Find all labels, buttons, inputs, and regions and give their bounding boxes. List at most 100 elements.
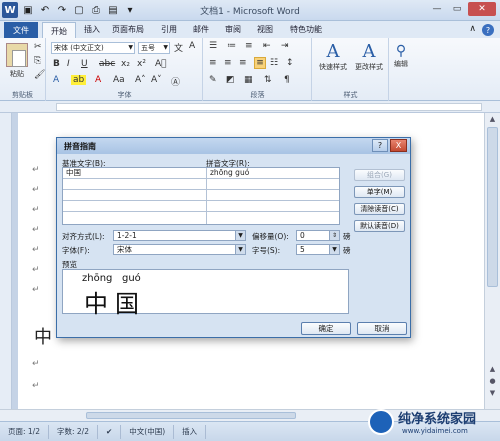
status-mode[interactable]: 插入 <box>174 424 207 439</box>
tab-insert[interactable]: 插入 <box>84 24 100 35</box>
pinyin-guide-icon[interactable]: 文 <box>174 41 183 54</box>
offset-label: 偏移量(O): <box>252 232 289 241</box>
alignment-select[interactable]: 1-2-1 ▼ <box>113 230 246 241</box>
tab-file[interactable]: 文件 <box>4 22 38 38</box>
multilevel-list-icon[interactable]: ≡ <box>245 41 253 51</box>
show-marks-icon[interactable]: ¶ <box>284 75 290 85</box>
align-left-icon[interactable]: ≡ <box>209 58 217 68</box>
change-styles-button[interactable]: A 更改样式 <box>355 41 383 72</box>
tab-special-features[interactable]: 特色功能 <box>290 24 322 35</box>
shading-icon[interactable]: ◩ <box>226 75 235 85</box>
increase-indent-icon[interactable]: ⇥ <box>281 41 289 51</box>
numbering-icon[interactable]: ≔ <box>227 41 236 51</box>
ruby-text-cell[interactable]: zhōng guó <box>207 168 339 179</box>
line-spacing-icon[interactable]: ↕ <box>286 58 294 68</box>
sort-icon[interactable]: ⇅ <box>264 75 272 85</box>
scroll-up-icon[interactable]: ▲ <box>485 113 500 125</box>
highlight-icon[interactable]: ab <box>71 75 87 85</box>
copy-icon[interactable]: ⎘ <box>34 56 41 66</box>
bullets-icon[interactable]: ☰ <box>209 41 217 51</box>
clear-reading-button[interactable]: 清除读音(C) <box>354 203 405 215</box>
maximize-button[interactable]: ▭ <box>448 2 466 16</box>
scroll-thumb[interactable] <box>487 127 498 287</box>
tab-references[interactable]: 引用 <box>161 24 177 35</box>
minimize-button[interactable]: — <box>428 2 446 16</box>
browse-object-icon[interactable]: ● <box>485 375 500 387</box>
scroll-down-icon[interactable]: ▼ <box>485 387 500 399</box>
dialog-close-button[interactable]: X <box>390 139 407 152</box>
help-area: ∧ ? <box>469 24 494 36</box>
change-styles-label: 更改样式 <box>355 63 383 71</box>
font-name-combo[interactable]: 宋体 (中文正文) ▼ <box>51 42 135 54</box>
chinese-layout-icon[interactable]: ✎ <box>209 75 217 85</box>
strikethrough-icon[interactable]: abc <box>99 59 115 69</box>
grow-font-icon[interactable]: A˄ <box>135 75 146 85</box>
bold-icon[interactable]: B <box>53 59 60 69</box>
clear-format-icon[interactable]: A⃠ <box>155 59 167 69</box>
cut-icon[interactable]: ✂ <box>34 42 42 52</box>
paste-button[interactable]: 粘贴 <box>6 43 28 79</box>
distribute-icon[interactable]: ☷ <box>270 58 278 68</box>
horizontal-ruler <box>0 101 500 113</box>
editing-button[interactable]: ⚲ 编辑 <box>394 43 408 69</box>
base-text-cell[interactable] <box>63 201 206 212</box>
decrease-indent-icon[interactable]: ⇤ <box>263 41 271 51</box>
tab-view[interactable]: 视图 <box>257 24 273 35</box>
dialog-help-button[interactable]: ? <box>372 139 388 152</box>
tab-mailings[interactable]: 邮件 <box>193 24 209 35</box>
paragraph-mark: ↵ <box>32 165 40 175</box>
base-text-cell[interactable]: 中国 <box>63 168 206 179</box>
ribbon-minimize-icon[interactable]: ∧ <box>469 24 476 36</box>
close-window-button[interactable]: ✕ <box>468 2 496 16</box>
status-page[interactable]: 页面: 1/2 <box>0 424 49 439</box>
underline-icon[interactable]: U <box>81 59 88 69</box>
format-painter-icon[interactable]: 🖌 <box>34 70 45 80</box>
status-proofing-icon[interactable]: ✔ <box>98 424 122 439</box>
ok-button[interactable]: 确定 <box>301 322 351 335</box>
char-shading-icon[interactable]: Aa <box>113 75 125 85</box>
base-text-cell[interactable] <box>63 212 206 223</box>
status-language[interactable]: 中文(中国) <box>121 424 175 439</box>
tab-review[interactable]: 审阅 <box>225 24 241 35</box>
font-size-combo[interactable]: 五号 ▼ <box>138 42 170 54</box>
base-text-cell[interactable] <box>63 190 206 201</box>
help-icon[interactable]: ? <box>482 24 494 36</box>
vertical-scrollbar[interactable]: ▲ ▲ ● ▼ <box>484 113 500 409</box>
font-color-icon[interactable]: A <box>95 75 101 85</box>
ruby-text-cell[interactable] <box>207 190 339 201</box>
vertical-ruler <box>0 113 12 409</box>
italic-icon[interactable]: I <box>67 59 70 69</box>
align-center-icon[interactable]: ≡ <box>224 58 232 68</box>
pinyin-table: 中国 zhōng guó <box>62 167 340 225</box>
alignment-value: 1-2-1 <box>117 231 137 240</box>
enclose-char-icon[interactable]: Ⓐ <box>171 75 180 88</box>
font-select[interactable]: 宋体 ▼ <box>113 244 246 255</box>
title-bar: W ▣ ↶ ↷ ▢ ⎙ ▤ ▾ 文档1 - Microsoft Word — ▭… <box>0 0 500 21</box>
char-border-icon[interactable]: A <box>189 41 195 51</box>
justify-icon[interactable]: ≡ <box>254 57 266 69</box>
shrink-font-icon[interactable]: A˅ <box>151 75 162 85</box>
scroll-up-icon[interactable]: ▲ <box>485 363 500 375</box>
base-text-cell[interactable] <box>63 179 206 190</box>
ruby-text-cell[interactable] <box>207 201 339 212</box>
superscript-icon[interactable]: x² <box>137 59 146 69</box>
combine-button[interactable]: 组合(G) <box>354 169 405 181</box>
default-reading-button[interactable]: 默认读音(D) <box>354 220 405 232</box>
borders-icon[interactable]: ▦ <box>244 75 253 85</box>
tab-home[interactable]: 开始 <box>42 22 76 38</box>
offset-stepper[interactable]: 0 ⇕ <box>296 230 340 241</box>
quick-styles-button[interactable]: A 快速样式 <box>319 41 347 72</box>
paragraph-mark: ↵ <box>32 265 40 275</box>
tab-page-layout[interactable]: 页面布局 <box>112 24 144 35</box>
cancel-button[interactable]: 取消 <box>357 322 407 335</box>
ruby-text-cell[interactable] <box>207 179 339 190</box>
size-select[interactable]: 5 ▼ <box>296 244 340 255</box>
hscroll-thumb[interactable] <box>86 412 296 419</box>
status-words[interactable]: 字数: 2/2 <box>49 424 98 439</box>
spin-icon: ⇕ <box>329 231 339 240</box>
text-effect-icon[interactable]: A <box>53 75 59 85</box>
single-char-button[interactable]: 单字(M) <box>354 186 405 198</box>
align-right-icon[interactable]: ≡ <box>239 58 247 68</box>
subscript-icon[interactable]: x₂ <box>121 59 130 69</box>
ruby-text-cell[interactable] <box>207 212 339 223</box>
